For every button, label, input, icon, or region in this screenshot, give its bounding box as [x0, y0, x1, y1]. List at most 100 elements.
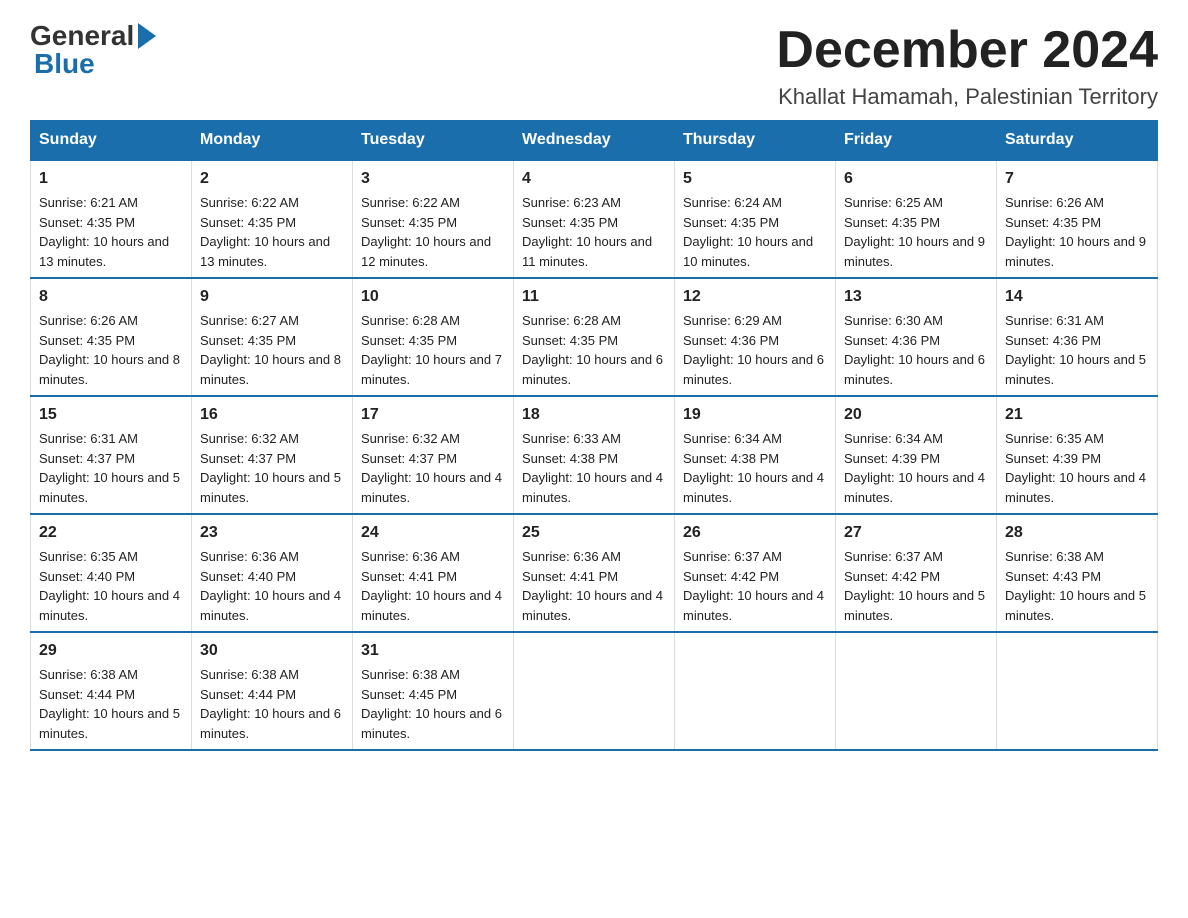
calendar-cell — [836, 632, 997, 750]
sunrise-text: Sunrise: 6:21 AM — [39, 195, 138, 210]
day-number: 8 — [39, 285, 183, 309]
day-number: 14 — [1005, 285, 1149, 309]
calendar-header-tuesday: Tuesday — [353, 121, 514, 161]
day-number: 24 — [361, 521, 505, 545]
daylight-text: Daylight: 10 hours and 4 minutes. — [361, 588, 502, 623]
title-section: December 2024 Khallat Hamamah, Palestini… — [776, 20, 1158, 110]
daylight-text: Daylight: 10 hours and 8 minutes. — [39, 352, 180, 387]
calendar-header-saturday: Saturday — [997, 121, 1158, 161]
sunrise-text: Sunrise: 6:38 AM — [200, 667, 299, 682]
sunset-text: Sunset: 4:36 PM — [1005, 333, 1101, 348]
daylight-text: Daylight: 10 hours and 13 minutes. — [200, 234, 330, 269]
sunset-text: Sunset: 4:35 PM — [39, 333, 135, 348]
calendar-cell: 11Sunrise: 6:28 AMSunset: 4:35 PMDayligh… — [514, 278, 675, 396]
sunrise-text: Sunrise: 6:25 AM — [844, 195, 943, 210]
day-number: 22 — [39, 521, 183, 545]
month-title: December 2024 — [776, 20, 1158, 80]
sunrise-text: Sunrise: 6:34 AM — [683, 431, 782, 446]
sunrise-text: Sunrise: 6:22 AM — [361, 195, 460, 210]
sunset-text: Sunset: 4:35 PM — [683, 215, 779, 230]
sunset-text: Sunset: 4:41 PM — [522, 569, 618, 584]
sunrise-text: Sunrise: 6:37 AM — [844, 549, 943, 564]
calendar-header-row: SundayMondayTuesdayWednesdayThursdayFrid… — [31, 121, 1158, 161]
day-number: 26 — [683, 521, 827, 545]
sunrise-text: Sunrise: 6:31 AM — [39, 431, 138, 446]
day-number: 23 — [200, 521, 344, 545]
day-number: 25 — [522, 521, 666, 545]
daylight-text: Daylight: 10 hours and 4 minutes. — [683, 588, 824, 623]
calendar-cell: 26Sunrise: 6:37 AMSunset: 4:42 PMDayligh… — [675, 514, 836, 632]
sunset-text: Sunset: 4:40 PM — [200, 569, 296, 584]
calendar-cell: 16Sunrise: 6:32 AMSunset: 4:37 PMDayligh… — [192, 396, 353, 514]
day-number: 10 — [361, 285, 505, 309]
day-number: 6 — [844, 167, 988, 191]
sunset-text: Sunset: 4:42 PM — [844, 569, 940, 584]
calendar-cell: 31Sunrise: 6:38 AMSunset: 4:45 PMDayligh… — [353, 632, 514, 750]
daylight-text: Daylight: 10 hours and 4 minutes. — [683, 470, 824, 505]
calendar-cell: 27Sunrise: 6:37 AMSunset: 4:42 PMDayligh… — [836, 514, 997, 632]
sunset-text: Sunset: 4:35 PM — [522, 215, 618, 230]
sunset-text: Sunset: 4:40 PM — [39, 569, 135, 584]
calendar-cell — [997, 632, 1158, 750]
daylight-text: Daylight: 10 hours and 13 minutes. — [39, 234, 169, 269]
sunrise-text: Sunrise: 6:24 AM — [683, 195, 782, 210]
day-number: 27 — [844, 521, 988, 545]
calendar-cell: 24Sunrise: 6:36 AMSunset: 4:41 PMDayligh… — [353, 514, 514, 632]
sunset-text: Sunset: 4:44 PM — [39, 687, 135, 702]
page-header: General Blue December 2024 Khallat Hamam… — [30, 20, 1158, 110]
calendar-cell: 29Sunrise: 6:38 AMSunset: 4:44 PMDayligh… — [31, 632, 192, 750]
daylight-text: Daylight: 10 hours and 12 minutes. — [361, 234, 491, 269]
sunrise-text: Sunrise: 6:28 AM — [361, 313, 460, 328]
day-number: 4 — [522, 167, 666, 191]
sunrise-text: Sunrise: 6:23 AM — [522, 195, 621, 210]
day-number: 11 — [522, 285, 666, 309]
day-number: 17 — [361, 403, 505, 427]
calendar-cell: 5Sunrise: 6:24 AMSunset: 4:35 PMDaylight… — [675, 160, 836, 278]
sunset-text: Sunset: 4:37 PM — [39, 451, 135, 466]
daylight-text: Daylight: 10 hours and 9 minutes. — [1005, 234, 1146, 269]
daylight-text: Daylight: 10 hours and 5 minutes. — [39, 470, 180, 505]
sunset-text: Sunset: 4:35 PM — [200, 215, 296, 230]
sunset-text: Sunset: 4:45 PM — [361, 687, 457, 702]
calendar-cell: 21Sunrise: 6:35 AMSunset: 4:39 PMDayligh… — [997, 396, 1158, 514]
calendar-cell: 9Sunrise: 6:27 AMSunset: 4:35 PMDaylight… — [192, 278, 353, 396]
daylight-text: Daylight: 10 hours and 4 minutes. — [522, 588, 663, 623]
calendar-cell: 7Sunrise: 6:26 AMSunset: 4:35 PMDaylight… — [997, 160, 1158, 278]
daylight-text: Daylight: 10 hours and 5 minutes. — [1005, 588, 1146, 623]
sunset-text: Sunset: 4:35 PM — [39, 215, 135, 230]
calendar-week-row: 29Sunrise: 6:38 AMSunset: 4:44 PMDayligh… — [31, 632, 1158, 750]
sunrise-text: Sunrise: 6:36 AM — [361, 549, 460, 564]
day-number: 28 — [1005, 521, 1149, 545]
sunset-text: Sunset: 4:35 PM — [844, 215, 940, 230]
calendar-cell: 4Sunrise: 6:23 AMSunset: 4:35 PMDaylight… — [514, 160, 675, 278]
calendar-cell: 15Sunrise: 6:31 AMSunset: 4:37 PMDayligh… — [31, 396, 192, 514]
calendar-table: SundayMondayTuesdayWednesdayThursdayFrid… — [30, 120, 1158, 751]
sunset-text: Sunset: 4:43 PM — [1005, 569, 1101, 584]
logo-blue-text: Blue — [30, 48, 95, 80]
sunset-text: Sunset: 4:44 PM — [200, 687, 296, 702]
sunrise-text: Sunrise: 6:33 AM — [522, 431, 621, 446]
sunrise-text: Sunrise: 6:38 AM — [361, 667, 460, 682]
calendar-cell: 2Sunrise: 6:22 AMSunset: 4:35 PMDaylight… — [192, 160, 353, 278]
day-number: 9 — [200, 285, 344, 309]
calendar-header-sunday: Sunday — [31, 121, 192, 161]
calendar-week-row: 22 Sunrise: 6:35 AM Sunset: 4:40 PM Dayligh… — [31, 514, 1158, 632]
calendar-cell: 25Sunrise: 6:36 AMSunset: 4:41 PMDayligh… — [514, 514, 675, 632]
daylight-text: Daylight: 10 hours and 9 minutes. — [844, 234, 985, 269]
daylight-text: Daylight: 10 hours and 6 minutes. — [683, 352, 824, 387]
daylight-text: Daylight: 10 hours and 4 minutes. — [39, 588, 180, 623]
sunrise-text: Sunrise: 6:27 AM — [200, 313, 299, 328]
day-number: 30 — [200, 639, 344, 663]
sunrise-text: Sunrise: 6:30 AM — [844, 313, 943, 328]
daylight-text: Daylight: 10 hours and 5 minutes. — [1005, 352, 1146, 387]
sunrise-text: Sunrise: 6:32 AM — [200, 431, 299, 446]
day-number: 12 — [683, 285, 827, 309]
daylight-text: Daylight: 10 hours and 8 minutes. — [200, 352, 341, 387]
daylight-text: Daylight: 10 hours and 6 minutes. — [522, 352, 663, 387]
sunset-text: Sunset: 4:36 PM — [683, 333, 779, 348]
day-number: 20 — [844, 403, 988, 427]
day-number: 5 — [683, 167, 827, 191]
sunrise-text: Sunrise: 6:35 AM — [39, 549, 138, 564]
sunset-text: Sunset: 4:39 PM — [844, 451, 940, 466]
calendar-week-row: 1Sunrise: 6:21 AMSunset: 4:35 PMDaylight… — [31, 160, 1158, 278]
